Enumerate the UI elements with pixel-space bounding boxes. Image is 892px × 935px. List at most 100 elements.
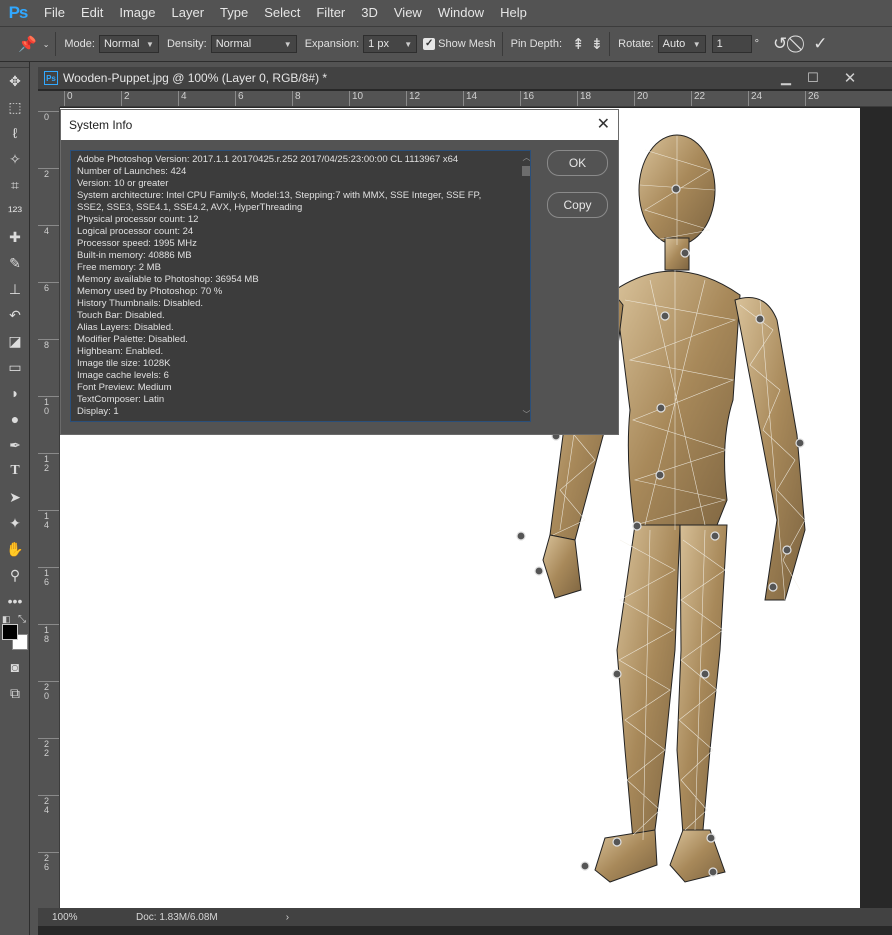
gradient-tool-icon[interactable]: ▭ — [0, 354, 30, 380]
info-line: Image cache levels: 6 — [77, 370, 169, 381]
rotate-value: Auto — [662, 38, 686, 50]
zoom-tool-icon[interactable]: ⚲ — [0, 562, 30, 588]
ruler-tick-label: 2 2 — [38, 738, 59, 758]
info-line: SSE2, SSE3, SSE4.1, SSE4.2, AVX, HyperTh… — [77, 202, 303, 213]
shape-tool-icon[interactable]: ✦ — [0, 510, 30, 536]
pen-tool-icon[interactable]: ✒ — [0, 432, 30, 458]
move-tool-icon[interactable]: ✥ — [0, 68, 30, 94]
path-selection-tool-icon[interactable]: ➤ — [0, 484, 30, 510]
quick-mask-icon[interactable]: ◙ — [0, 654, 30, 680]
show-mesh-checkbox[interactable]: ✓ — [423, 38, 436, 50]
menu-select[interactable]: Select — [256, 0, 308, 26]
ruler-tick-label: 0 — [64, 91, 73, 106]
more-tools-icon[interactable]: ••• — [0, 588, 30, 614]
scroll-down-icon[interactable]: ﹀ — [522, 409, 531, 420]
close-icon[interactable]: ✕ — [835, 67, 865, 89]
magic-wand-tool-icon[interactable]: ✧ — [0, 146, 30, 172]
menu-filter[interactable]: Filter — [308, 0, 353, 26]
rotate-angle-field[interactable]: 1 — [711, 35, 752, 53]
ruler-tick-label: 16 — [520, 91, 534, 106]
menu-window[interactable]: Window — [430, 0, 492, 26]
brush-tool-icon[interactable]: ✎ — [0, 250, 30, 276]
info-line: Free memory: 2 MB — [77, 262, 161, 273]
undo-icon[interactable]: ↺ — [773, 34, 787, 54]
count-tool-icon[interactable]: ¹²³ — [0, 198, 30, 224]
photoshop-logo: Ps — [8, 3, 29, 22]
ruler-tick-label: 6 — [38, 282, 59, 293]
vertical-ruler[interactable]: 0 2 4 6 8 1 0 1 2 1 4 1 6 1 8 2 0 2 2 2 4 2 6 — [38, 107, 60, 911]
color-swatches: ◧ ⤡ — [0, 614, 29, 654]
rotate-select[interactable]: Auto ▼ — [657, 35, 706, 53]
ruler-tick-label: 6 — [235, 91, 244, 106]
menu-view[interactable]: View — [386, 0, 430, 26]
ok-button[interactable]: OK — [547, 150, 608, 176]
menu-bar: Ps File Edit Image Layer Type Select Filter 3D V… — [0, 0, 892, 26]
ruler-tick-label: 10 — [349, 91, 363, 106]
menu-file[interactable]: File — [36, 0, 73, 26]
system-info-textarea[interactable]: Adobe Photoshop Version: 2017.1.1 201704… — [70, 150, 531, 422]
document-tab[interactable]: Ps Wooden-Puppet.jpg @ 100% (Layer 0, RG… — [38, 67, 892, 89]
info-line: Alias Layers: Disabled. — [77, 322, 174, 333]
swap-colors-icon[interactable]: ⤡ — [18, 614, 26, 625]
commit-checkmark-icon[interactable]: ✓ — [813, 34, 827, 54]
ruler-tick-label: 1 6 — [38, 567, 59, 587]
zoom-level-field[interactable]: 100% — [38, 912, 96, 923]
menu-3d[interactable]: 3D — [353, 0, 386, 26]
menu-help[interactable]: Help — [492, 0, 535, 26]
healing-brush-tool-icon[interactable]: ✚ — [0, 224, 30, 250]
dialog-titlebar[interactable]: System Info ✕ — [61, 110, 618, 140]
info-line: Image tile size: 1028K — [77, 358, 171, 369]
photoshop-file-icon: Ps — [44, 71, 58, 85]
copy-button[interactable]: Copy — [547, 192, 608, 218]
mode-label: Mode: — [64, 38, 95, 50]
ruler-tick-label: 0 — [38, 111, 59, 122]
mode-select[interactable]: Normal ▼ — [98, 35, 159, 53]
dodge-tool-icon[interactable]: ● — [0, 406, 30, 432]
maximize-icon[interactable]: ☐ — [798, 67, 828, 89]
info-line: Touch Bar: Disabled. — [77, 310, 165, 321]
blur-tool-icon[interactable]: ◗ — [0, 380, 30, 406]
pin-depth-back-icon[interactable]: ⇟ — [591, 35, 604, 53]
minimize-icon[interactable]: ▁ — [771, 67, 801, 89]
ruler-tick-label: 4 — [38, 225, 59, 236]
crop-tool-icon[interactable]: ⌗ — [0, 172, 30, 198]
foreground-color-swatch[interactable] — [2, 624, 18, 640]
scroll-up-icon[interactable]: ︿ — [522, 152, 531, 163]
ruler-tick-label: 14 — [463, 91, 477, 106]
scrollbar-thumb[interactable] — [522, 166, 530, 176]
info-line: Adobe Photoshop Version: 2017.1.1 201704… — [77, 154, 459, 165]
info-line: System architecture: Intel CPU Family:6,… — [77, 190, 482, 201]
chevron-right-icon[interactable]: › — [286, 912, 289, 923]
expansion-field[interactable]: 1 px ▼ — [363, 35, 418, 53]
hand-tool-icon[interactable]: ✋ — [0, 536, 30, 562]
pin-depth-front-icon[interactable]: ⇞ — [572, 35, 585, 53]
density-value: Normal — [215, 38, 252, 50]
lasso-tool-icon[interactable]: ℓ — [0, 120, 30, 146]
ruler-tick-label: 1 2 — [38, 453, 59, 473]
marquee-tool-icon[interactable]: ⬚ — [0, 94, 30, 120]
document-size-info[interactable]: Doc: 1.83M/6.08M — [136, 912, 218, 923]
expansion-value: 1 px — [368, 38, 389, 50]
horizontal-ruler[interactable]: 0 2 4 6 8 10 12 14 16 18 20 22 24 26 — [60, 91, 892, 107]
ruler-tick-label: 2 — [121, 91, 130, 106]
screen-mode-icon[interactable]: ⧉ — [0, 680, 30, 706]
history-brush-tool-icon[interactable]: ↶ — [0, 302, 30, 328]
info-line: History Thumbnails: Disabled. — [77, 298, 204, 309]
eraser-tool-icon[interactable]: ◪ — [0, 328, 30, 354]
menu-layer[interactable]: Layer — [164, 0, 213, 26]
chevron-down-icon: ▼ — [283, 39, 292, 49]
chevron-down-icon[interactable]: ⌄ — [43, 40, 50, 49]
density-select[interactable]: Normal ▼ — [210, 35, 297, 53]
ruler-origin[interactable] — [38, 91, 60, 107]
pin-icon[interactable]: 📌 — [18, 35, 37, 53]
menu-type[interactable]: Type — [212, 0, 256, 26]
scrollbar[interactable]: ︿ ﹀ — [522, 152, 531, 420]
type-tool-icon[interactable]: T — [0, 458, 30, 484]
menu-image[interactable]: Image — [111, 0, 163, 26]
ruler-tick-label: 4 — [178, 91, 187, 106]
density-label: Density: — [166, 38, 207, 50]
close-icon[interactable]: ✕ — [597, 114, 610, 134]
options-bar: 📌 ⌄ Mode: Normal ▼ Density: Normal ▼ Expan… — [0, 26, 892, 62]
menu-edit[interactable]: Edit — [73, 0, 111, 26]
clone-stamp-tool-icon[interactable]: ⊥ — [0, 276, 30, 302]
